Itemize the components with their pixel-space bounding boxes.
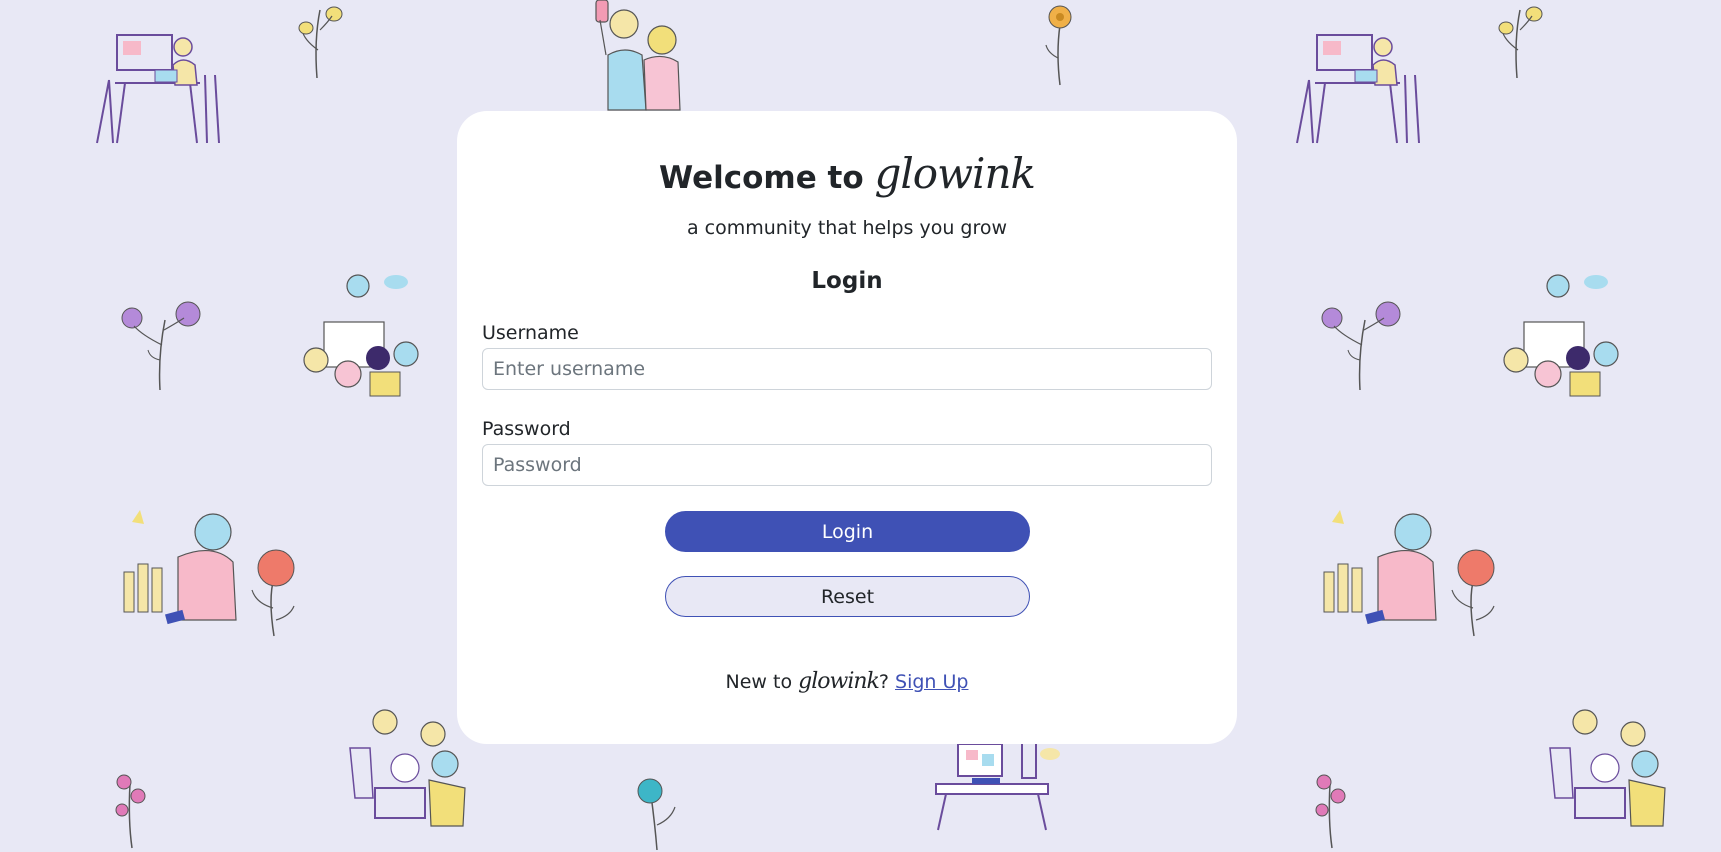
- yellow-flower-illustration: [1498, 6, 1543, 79]
- pink-flower-illustration: [115, 774, 146, 849]
- streamer-desk-illustration: [96, 34, 220, 144]
- desk-computer-illustration: [935, 741, 1060, 831]
- brand-logo: glowink: [874, 149, 1035, 198]
- purple-flower-illustration: [121, 301, 201, 391]
- brand-logo-small: glowink: [798, 669, 880, 694]
- password-label: Password: [482, 418, 571, 440]
- welcome-title: Welcome to glowink: [457, 149, 1237, 198]
- team-laptop-illustration: [1549, 709, 1666, 827]
- speaker-audience-illustration: [1503, 274, 1619, 397]
- signup-prefix: New to: [725, 671, 799, 693]
- purple-flower-illustration: [1321, 301, 1401, 391]
- speaker-audience-illustration: [303, 274, 419, 397]
- team-laptop-illustration: [349, 709, 466, 827]
- streamer-desk-illustration: [1296, 34, 1420, 144]
- username-input[interactable]: [482, 348, 1212, 390]
- red-rose-illustration: [1451, 549, 1495, 637]
- login-heading: Login: [811, 268, 883, 294]
- teal-flower-illustration: [637, 778, 676, 851]
- selfie-couple-illustration: [595, 0, 681, 111]
- orange-flower-illustration: [1045, 5, 1072, 86]
- tagline: a community that helps you grow: [686, 217, 1008, 239]
- login-button[interactable]: Login: [665, 511, 1030, 552]
- signup-question-mark: ?: [878, 671, 889, 693]
- coins-person-illustration: [1323, 510, 1437, 625]
- signup-prompt: New to glowink? Sign Up: [457, 669, 1237, 694]
- welcome-prefix: Welcome to: [659, 160, 875, 196]
- login-card: Welcome to glowink a community that help…: [457, 111, 1237, 744]
- coins-person-illustration: [123, 510, 237, 625]
- yellow-flower-illustration: [298, 6, 343, 79]
- pink-flower-illustration: [1315, 774, 1346, 849]
- red-rose-illustration: [251, 549, 295, 637]
- username-label: Username: [482, 322, 579, 344]
- reset-button[interactable]: Reset: [665, 576, 1030, 617]
- password-input[interactable]: [482, 444, 1212, 486]
- sign-up-link[interactable]: Sign Up: [895, 671, 968, 693]
